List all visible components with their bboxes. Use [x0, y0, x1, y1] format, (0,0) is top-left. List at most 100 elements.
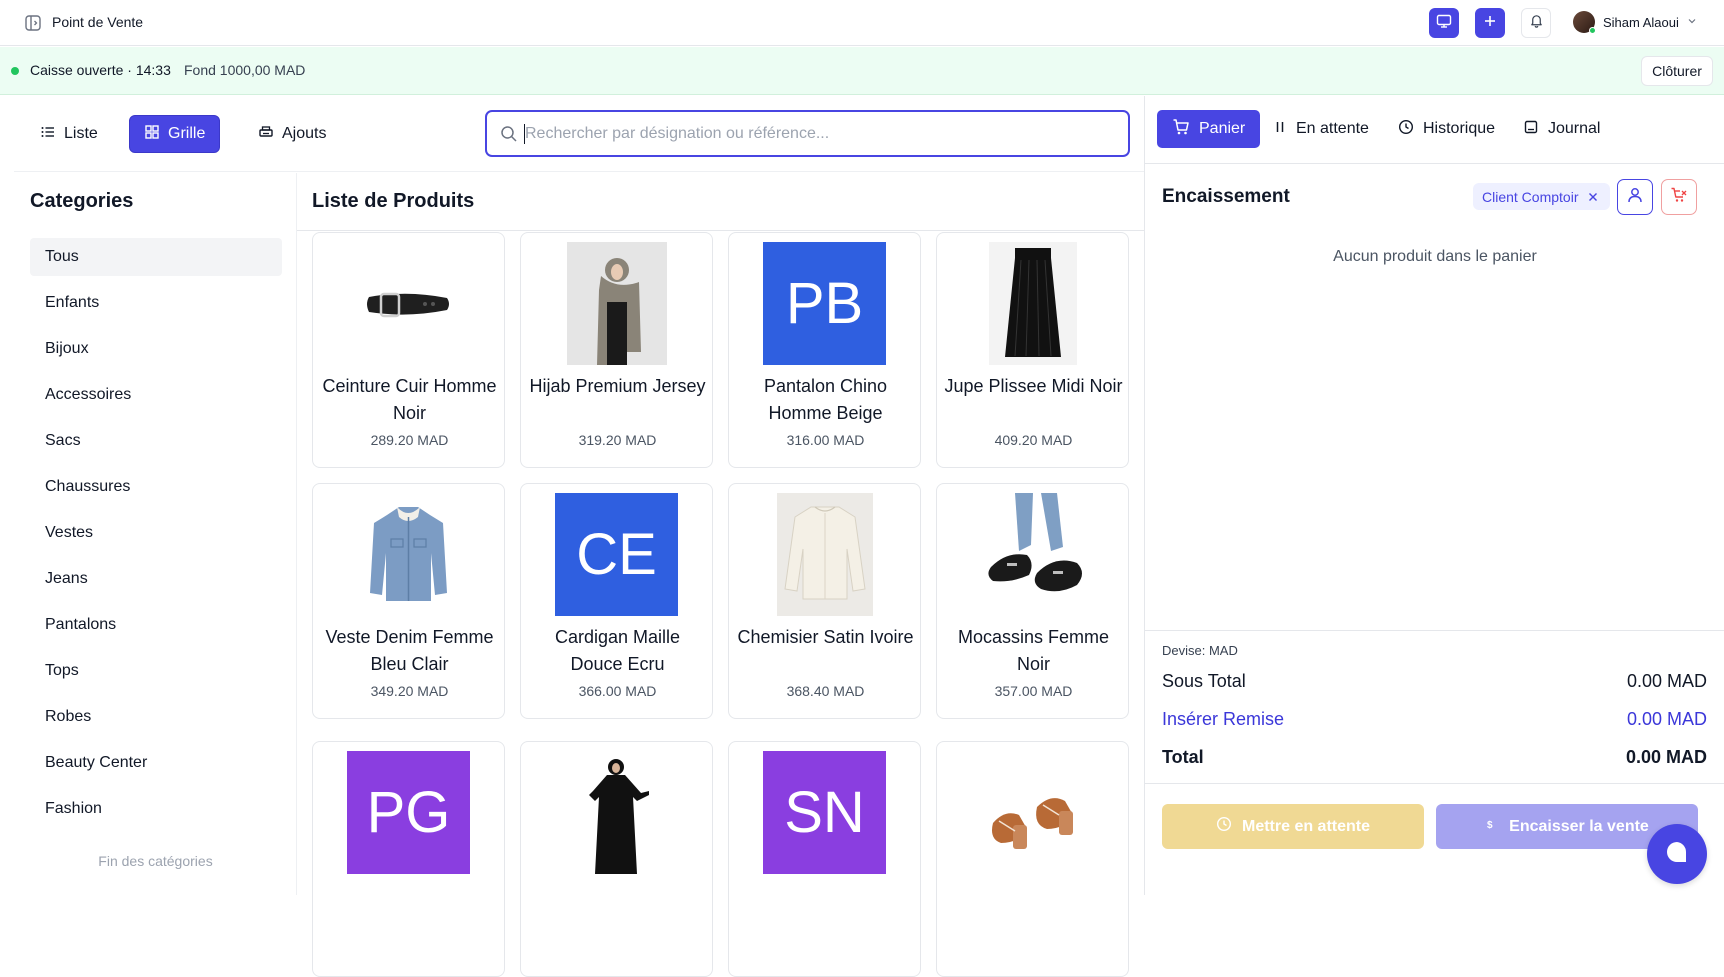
register-open-text: Caisse ouverte · 14:33	[30, 62, 171, 78]
category-item-sacs[interactable]: Sacs	[30, 422, 282, 460]
plus-icon	[1483, 14, 1497, 33]
select-client-button[interactable]	[1617, 179, 1653, 215]
product-initials: CE	[555, 493, 678, 616]
category-item-beauty-center[interactable]: Beauty Center	[30, 744, 282, 782]
product-card[interactable]: Hijab Premium Jersey 319.20 MAD	[520, 232, 713, 468]
category-item-pantalons[interactable]: Pantalons	[30, 606, 282, 644]
subtotal-value: 0.00 MAD	[1626, 671, 1707, 691]
client-name: Client Comptoir	[1482, 188, 1579, 205]
tab-historique[interactable]: Historique	[1383, 110, 1510, 148]
remove-client-icon[interactable]	[1588, 189, 1598, 205]
category-item-vestes[interactable]: Vestes	[30, 514, 282, 552]
category-item-tous[interactable]: Tous	[30, 238, 282, 276]
product-name: Veste Denim Femme Bleu Clair	[325, 627, 494, 674]
checkout-label: Encaisser la vente	[1509, 817, 1649, 835]
product-card[interactable]: PG	[312, 741, 505, 977]
product-placeholder-image: CE	[555, 493, 678, 616]
customer-display-button[interactable]	[1429, 8, 1459, 38]
view-grid-button[interactable]: Grille	[129, 115, 221, 153]
clear-cart-button[interactable]	[1661, 179, 1697, 215]
grid-icon	[144, 124, 160, 145]
products-panel: Liste de Produits Ceinture Cuir Homme No…	[297, 173, 1144, 977]
bell-icon	[1529, 13, 1544, 33]
product-image-denim-jacket	[347, 493, 470, 616]
category-item-jeans[interactable]: Jeans	[30, 560, 282, 598]
empty-cart-message: Aucun produit dans le panier	[1333, 248, 1537, 265]
view-list-label: Liste	[64, 125, 98, 142]
discount-row[interactable]: Insérer Remise 0.00 MAD	[1162, 709, 1707, 730]
monitor-icon	[1436, 13, 1452, 34]
category-item-chaussures[interactable]: Chaussures	[30, 468, 282, 506]
tab-journal[interactable]: Journal	[1508, 110, 1615, 148]
product-card[interactable]: SN	[728, 741, 921, 977]
currency-icon: $	[1485, 817, 1499, 836]
product-image-abaya	[555, 751, 678, 874]
chevron-down-icon	[1687, 13, 1697, 31]
category-item-accessoires[interactable]: Accessoires	[30, 376, 282, 414]
clock-icon	[1398, 119, 1414, 140]
hold-sale-button[interactable]: Mettre en attente	[1162, 804, 1424, 849]
category-item-tops[interactable]: Tops	[30, 652, 282, 690]
total-row: Total 0.00 MAD	[1162, 747, 1707, 768]
product-card[interactable]: Chemisier Satin Ivoire 368.40 MAD	[728, 483, 921, 719]
products-header: Liste de Produits	[297, 173, 1144, 231]
divider	[1145, 783, 1724, 784]
product-initials: PG	[347, 751, 470, 874]
tab-en-attente[interactable]: En attente	[1258, 110, 1384, 148]
chat-icon	[1664, 839, 1690, 870]
subtotal-label: Sous Total	[1162, 671, 1246, 691]
category-item-enfants[interactable]: Enfants	[30, 284, 282, 322]
client-badge: Client Comptoir	[1473, 183, 1611, 210]
checkout-title: Encaissement	[1162, 186, 1290, 207]
product-image-skirt	[989, 242, 1077, 365]
product-name: Cardigan Maille Douce Ecru	[554, 627, 681, 674]
user-menu[interactable]: Siham Alaoui	[1573, 11, 1697, 34]
product-name: Jupe Plissee Midi Noir	[944, 376, 1123, 396]
tab-panier[interactable]: Panier	[1157, 110, 1261, 148]
product-image-sandals	[971, 751, 1094, 874]
product-card[interactable]: PB Pantalon Chino Homme Beige 316.00 MAD	[728, 232, 921, 468]
category-item-bijoux[interactable]: Bijoux	[30, 330, 282, 368]
product-card[interactable]	[936, 741, 1129, 977]
categories-end-text: Fin des catégories	[98, 853, 213, 869]
tab-en-attente-label: En attente	[1296, 120, 1369, 137]
view-grid-label: Grille	[168, 125, 206, 142]
discount-value: 0.00 MAD	[1626, 709, 1707, 729]
additions-label: Ajouts	[282, 125, 327, 142]
register-fund-text: Fond 1000,00 MAD	[184, 62, 306, 78]
search-input[interactable]	[525, 122, 1115, 146]
category-item-robes[interactable]: Robes	[30, 698, 282, 736]
sidebar-toggle-icon[interactable]	[24, 14, 42, 32]
view-list-button[interactable]: Liste	[26, 115, 112, 153]
product-image-belt	[347, 242, 470, 365]
products-title: Liste de Produits	[312, 190, 475, 212]
register-status-bar: Caisse ouverte · 14:33 Fond 1000,00 MAD	[0, 47, 1724, 95]
product-price: 409.20 MAD	[994, 432, 1073, 448]
product-search[interactable]	[485, 110, 1130, 157]
product-initials: PB	[763, 242, 886, 365]
product-price: 366.00 MAD	[578, 683, 657, 699]
product-card[interactable]: Ceinture Cuir Homme Noir 289.20 MAD	[312, 232, 505, 468]
product-card[interactable]: Veste Denim Femme Bleu Clair 349.20 MAD	[312, 483, 505, 719]
notifications-button[interactable]	[1521, 8, 1551, 38]
cart-panel: Panier En attente Historique Journal Enc…	[1144, 96, 1724, 895]
close-register-button[interactable]: Clôturer	[1641, 56, 1713, 86]
user-icon	[1626, 186, 1644, 209]
chat-widget-button[interactable]	[1647, 824, 1707, 884]
product-price: 357.00 MAD	[994, 683, 1073, 699]
product-card[interactable]: Jupe Plissee Midi Noir 409.20 MAD	[936, 232, 1129, 468]
total-value: 0.00 MAD	[1625, 747, 1707, 767]
category-item-fashion[interactable]: Fashion	[30, 790, 282, 828]
product-name: Mocassins Femme Noir	[957, 627, 1110, 674]
total-label: Total	[1162, 747, 1204, 767]
insert-discount-link[interactable]: Insérer Remise	[1162, 709, 1284, 730]
product-card[interactable]: Mocassins Femme Noir 357.00 MAD	[936, 483, 1129, 719]
product-card[interactable]: CE Cardigan Maille Douce Ecru 366.00 MAD	[520, 483, 713, 719]
product-price: 319.20 MAD	[578, 432, 657, 448]
product-card[interactable]	[520, 741, 713, 977]
additions-button[interactable]: Ajouts	[244, 115, 340, 153]
user-name: Siham Alaoui	[1603, 14, 1679, 30]
add-button[interactable]	[1475, 8, 1505, 38]
product-name: Chemisier Satin Ivoire	[737, 627, 914, 647]
product-name: Ceinture Cuir Homme Noir	[322, 376, 497, 423]
